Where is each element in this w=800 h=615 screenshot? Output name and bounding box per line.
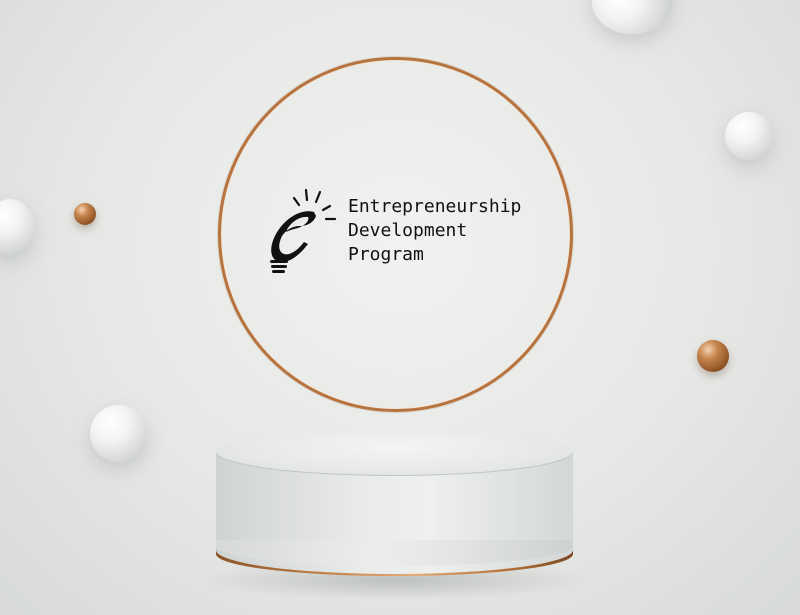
white-sphere-bottom-left [90,405,147,462]
title-line-2: Development [348,220,468,241]
podium [216,428,573,588]
bronze-sphere-left [74,203,96,225]
bronze-sphere-right [697,340,729,372]
podium-top [216,428,573,476]
white-sphere-left [0,199,34,255]
title-line-1: Entrepreneurship [348,196,522,217]
program-title: Entrepreneurship Development Program [348,195,521,267]
white-sphere-right [725,112,773,160]
lightbulb-e-icon [270,188,337,273]
white-sphere-top [592,0,672,34]
scene: Entrepreneurship Development Program [0,0,800,615]
title-line-3: Program [348,244,424,265]
